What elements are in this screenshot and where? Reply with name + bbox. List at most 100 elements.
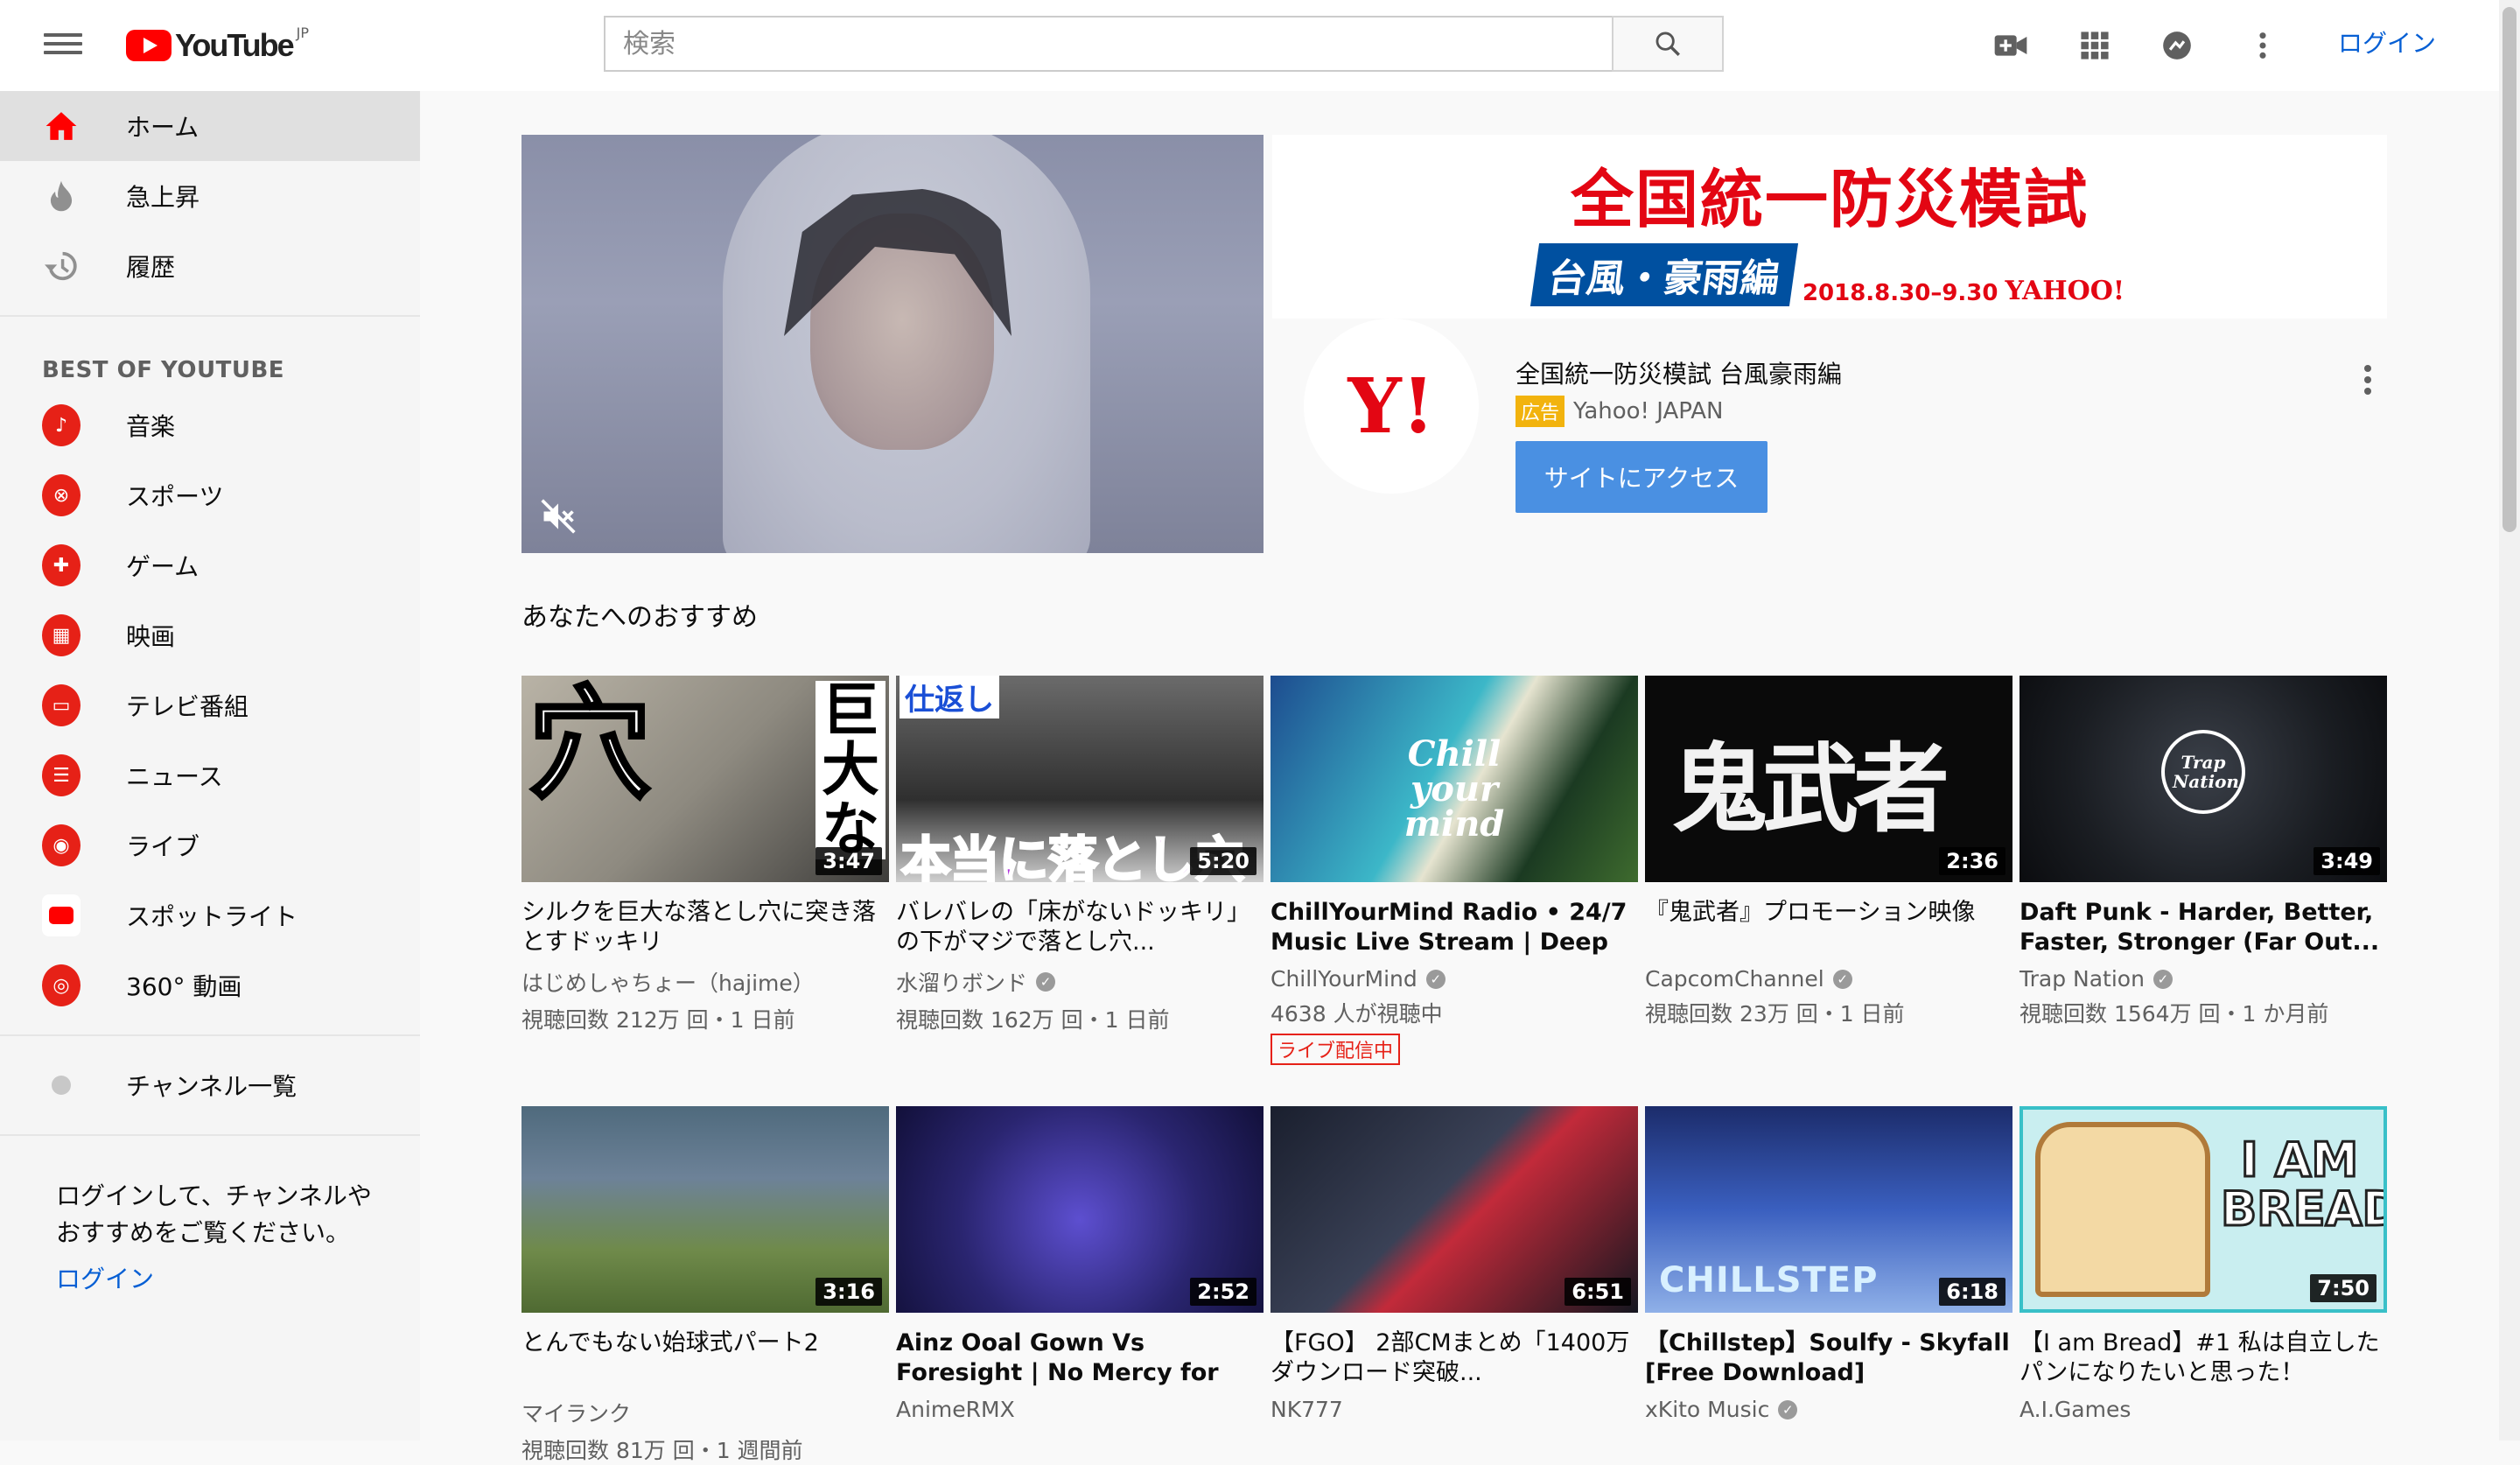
upload-video-icon[interactable] (1992, 26, 2030, 65)
ad-info: Y! 全国統一防災模試 台風豪雨編 広告 Yahoo! JAPAN サイトにアク… (1272, 319, 2387, 553)
video-thumbnail[interactable]: CHILLSTEP 6:18 (1645, 1106, 2012, 1313)
channel-name[interactable]: Trap Nation ✓ (2020, 966, 2387, 992)
video-title[interactable]: 【FGO】 2部CMまとめ「1400万ダウンロード突破... (1270, 1328, 1638, 1388)
ad-banner-title: 全国統一防災模試 (1570, 162, 2089, 236)
video-thumbnail[interactable]: 鬼武者 2:36 (1645, 676, 2012, 882)
channel-name-text: NK777 (1270, 1397, 1343, 1422)
bread-character (2035, 1122, 2210, 1297)
video-card[interactable]: 仕返し 本当に落とし穴 5:20 バレバレの「床がないドッキリ」の下がマジで落と… (896, 676, 1264, 1065)
search-bar (604, 16, 1724, 72)
mute-icon[interactable] (539, 497, 578, 536)
video-title[interactable]: Daft Punk - Harder, Better, Faster, Stro… (2020, 898, 2387, 957)
video-title[interactable]: ChillYourMind Radio • 24/7 Music Live St… (1270, 898, 1638, 957)
ad-meta: 広告 Yahoo! JAPAN (1516, 396, 1723, 427)
sidebar-item-sports[interactable]: ⊗ スポーツ (0, 460, 420, 530)
ad-more-icon[interactable] (2364, 361, 2373, 399)
video-card[interactable]: 2:52 Ainz Ooal Gown Vs Foresight | No Me… (896, 1106, 1264, 1465)
video-thumbnail[interactable]: Trap Nation 3:49 (2020, 676, 2387, 882)
video-thumbnail[interactable]: 穴 巨大な 3:47 (522, 676, 889, 882)
ad-banner-subtitle: 台風・豪雨編 (1530, 242, 1798, 306)
verified-icon: ✓ (1778, 1399, 1798, 1419)
ad-video-player[interactable] (522, 135, 1264, 553)
youtube-logo[interactable]: YouTube JP (126, 25, 309, 67)
video-thumbnail[interactable]: 仕返し 本当に落とし穴 5:20 (896, 676, 1264, 882)
sidebar-item-spotlight[interactable]: スポットライト (0, 880, 420, 950)
visit-site-button[interactable]: サイトにアクセス (1516, 441, 1768, 513)
verified-icon: ✓ (2152, 969, 2173, 989)
channel-name-text: はじめしゃちょー（hajime） (522, 971, 815, 996)
video-card[interactable]: CHILLSTEP 6:18 【Chillstep】Soulfy - Skyfa… (1645, 1106, 2012, 1465)
ad-badge: 広告 (1516, 396, 1565, 427)
video-title[interactable]: シルクを巨大な落とし穴に突き落とすドッキリ (522, 898, 889, 957)
ad-banner[interactable]: 全国統一防災模試 台風・豪雨編 2018.8.30–9.30 YAHOO! (1272, 135, 2387, 319)
video-thumbnail[interactable]: Chill your mind (1270, 676, 1638, 882)
section-title: あなたへのおすすめ (522, 602, 758, 633)
messages-icon[interactable] (2158, 26, 2196, 65)
channel-name[interactable]: NK777 (1270, 1397, 1638, 1422)
video-meta: 視聴回数 81万 回・1 週間前 (522, 1438, 803, 1463)
music-icon: ♪ (42, 404, 80, 446)
video-card[interactable]: Trap Nation 3:49 Daft Punk - Harder, Bet… (2020, 676, 2387, 1065)
channel-name[interactable]: xKito Music ✓ (1645, 1397, 2012, 1422)
search-icon (1656, 32, 1680, 56)
apps-grid-icon[interactable] (2076, 26, 2114, 65)
page-scrollbar[interactable] (2499, 0, 2520, 1440)
channel-name-text: AnimeRMX (896, 1397, 1015, 1422)
thumb-text: 穴 (527, 676, 653, 817)
channel-name[interactable]: CapcomChannel ✓ (1645, 966, 2012, 992)
sidebar-item-news[interactable]: ☰ ニュース (0, 740, 420, 810)
video-duration: 3:16 (816, 1278, 882, 1306)
channel-name-text: A.I.Games (2020, 1397, 2132, 1422)
sidebar-item-360[interactable]: ◎ 360° 動画 (0, 950, 420, 1020)
trending-icon (42, 177, 80, 215)
verified-icon: ✓ (1832, 969, 1852, 989)
sidebar-item-movies[interactable]: ▦ 映画 (0, 600, 420, 670)
search-button[interactable] (1612, 16, 1724, 72)
channel-name[interactable]: マイランク (522, 1397, 889, 1428)
scrollbar-thumb[interactable] (2502, 7, 2516, 532)
sidebar-item-trending[interactable]: 急上昇 (0, 161, 420, 231)
sidebar-item-label: ニュース (126, 762, 223, 791)
sidebar-item-music[interactable]: ♪ 音楽 (0, 390, 420, 460)
channel-name-text: ChillYourMind (1270, 966, 1418, 992)
video-card[interactable]: 3:16 とんでもない始球式パート2 マイランク 視聴回数 81万 回・1 週間… (522, 1106, 889, 1465)
channel-name[interactable]: A.I.Games (2020, 1397, 2387, 1422)
sidebar-item-history[interactable]: 履歴 (0, 231, 420, 301)
search-input[interactable] (604, 16, 1612, 72)
more-options-icon[interactable] (2244, 26, 2282, 65)
login-link-header[interactable]: ログイン (2338, 25, 2436, 60)
video-thumbnail[interactable]: 3:16 (522, 1106, 889, 1313)
thumb-text: Trap Nation (2173, 752, 2239, 792)
spotlight-icon (42, 894, 80, 936)
video-title[interactable]: 『鬼武者』プロモーション映像 (1645, 898, 2012, 957)
video-title[interactable]: 【I am Bread】#1 私は自立したパンになりたいと思った！ (2020, 1328, 2387, 1388)
channel-name[interactable]: ChillYourMind ✓ (1270, 966, 1638, 992)
sidebar-item-live[interactable]: ◉ ライブ (0, 810, 420, 880)
video-title[interactable]: Ainz Ooal Gown Vs Foresight | No Mercy f… (896, 1328, 1264, 1388)
login-prompt: ログインして、チャンネルやおすすめをご覧ください。 (56, 1181, 372, 1247)
menu-icon[interactable] (44, 28, 82, 63)
sidebar-item-home[interactable]: ホーム (0, 91, 420, 161)
video-title[interactable]: 【Chillstep】Soulfy - Skyfall [Free Downlo… (1645, 1328, 2012, 1388)
top-bar: YouTube JP ログイン (0, 0, 2520, 91)
sidebar-login-link[interactable]: ログイン (0, 1260, 420, 1295)
video-thumbnail[interactable]: 6:51 (1270, 1106, 1638, 1313)
video-thumbnail[interactable]: 2:52 (896, 1106, 1264, 1313)
video-card[interactable]: 穴 巨大な 3:47 シルクを巨大な落とし穴に突き落とすドッキリ はじめしゃちょ… (522, 676, 889, 1065)
sidebar-item-channel-list[interactable]: チャンネル一覧 (0, 1050, 420, 1120)
video-card[interactable]: 6:51 【FGO】 2部CMまとめ「1400万ダウンロード突破... NK77… (1270, 1106, 1638, 1465)
sidebar-item-tv[interactable]: ▭ テレビ番組 (0, 670, 420, 740)
channel-name[interactable]: はじめしゃちょー（hajime） (522, 966, 889, 998)
video-card[interactable]: Chill your mind ChillYourMind Radio • 24… (1270, 676, 1638, 1065)
video-title[interactable]: バレバレの「床がないドッキリ」の下がマジで落とし穴... (896, 898, 1264, 957)
video-thumbnail[interactable]: I AM BREAD 7:50 (2020, 1106, 2387, 1313)
video-card[interactable]: I AM BREAD 7:50 【I am Bread】#1 私は自立したパンに… (2020, 1106, 2387, 1465)
channel-name[interactable]: 水溜りボンド ✓ (896, 966, 1264, 998)
news-icon: ☰ (42, 754, 80, 796)
ad-title[interactable]: 全国統一防災模試 台風豪雨編 (1516, 355, 1842, 390)
channel-name[interactable]: AnimeRMX (896, 1397, 1264, 1422)
video-card[interactable]: 鬼武者 2:36 『鬼武者』プロモーション映像 CapcomChannel ✓ 視… (1645, 676, 2012, 1065)
advertiser-avatar[interactable]: Y! (1304, 319, 1479, 494)
sidebar-item-gaming[interactable]: ✚ ゲーム (0, 530, 420, 600)
video-title[interactable]: とんでもない始球式パート2 (522, 1328, 889, 1388)
